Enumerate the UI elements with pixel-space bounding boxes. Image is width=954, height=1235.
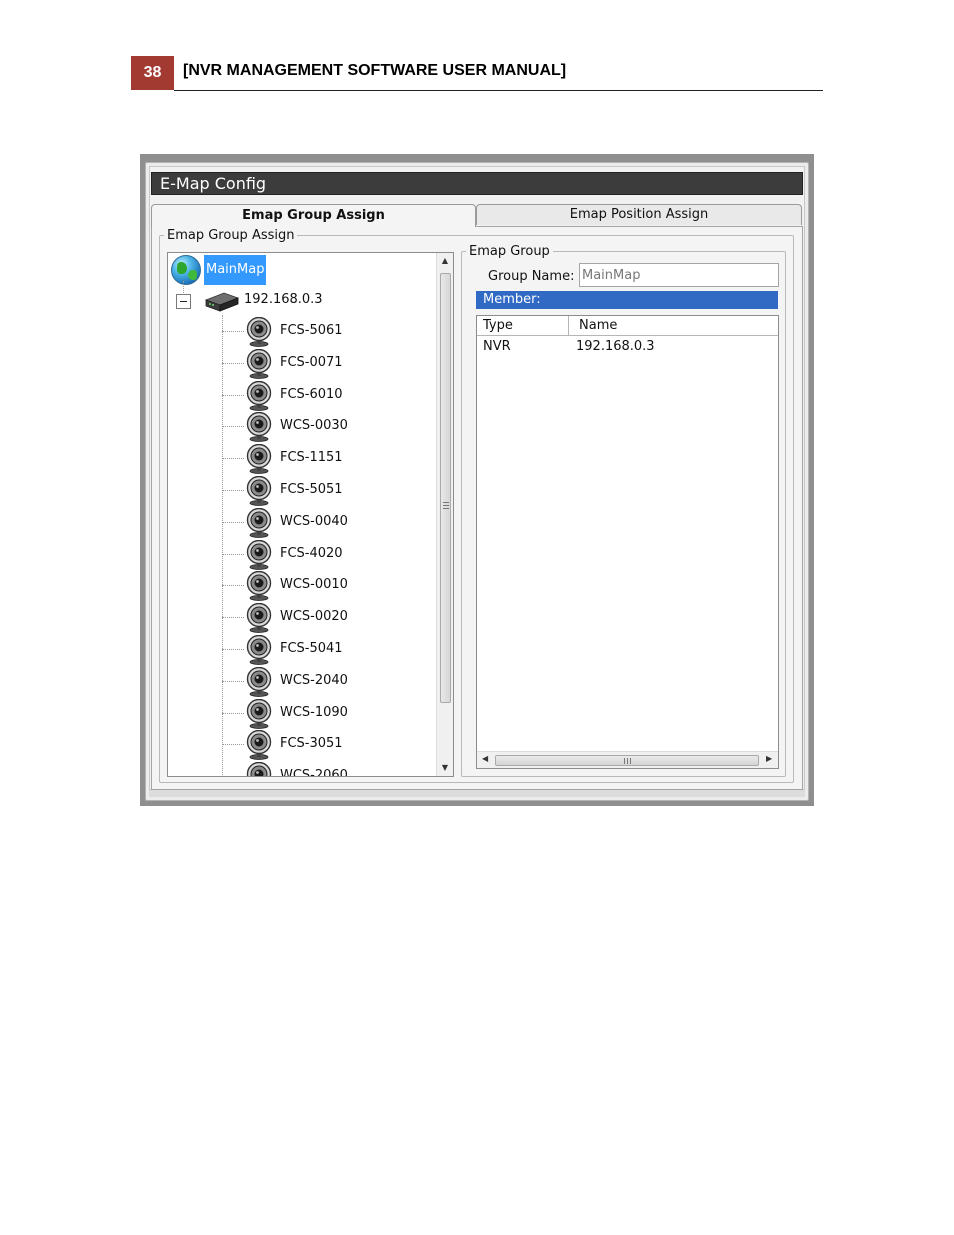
- header-rule: [174, 90, 823, 91]
- tree-node-camera[interactable]: WCS-0040: [222, 507, 442, 539]
- tree-connector: [222, 744, 244, 746]
- member-header: Member:: [476, 291, 778, 309]
- tree-node-camera[interactable]: WCS-0020: [222, 602, 442, 634]
- tree-connector: [222, 776, 244, 777]
- tree-node-label: WCS-0020: [280, 609, 348, 625]
- tree-node-camera[interactable]: FCS-0071: [222, 348, 442, 380]
- tree-node-camera[interactable]: WCS-2060: [222, 761, 442, 777]
- tree-connector: [222, 394, 244, 396]
- tree-vertical-scrollbar[interactable]: ▲ ▼: [436, 253, 453, 776]
- tree-node-camera[interactable]: FCS-5051: [222, 475, 442, 507]
- globe-icon: [171, 255, 201, 285]
- tree-node-camera[interactable]: FCS-3051: [222, 729, 442, 761]
- member-list[interactable]: Type Name NVR 192.168.0.3 ◀ ▶: [476, 315, 779, 769]
- tree-connector: [222, 712, 244, 714]
- tree-connector: [222, 553, 244, 555]
- page-number: 38: [131, 56, 174, 90]
- camera-icon: [246, 444, 272, 475]
- tree-node-label: WCS-0010: [280, 577, 348, 593]
- tree-node-camera[interactable]: FCS-5041: [222, 634, 442, 666]
- tree-node-label: WCS-0030: [280, 418, 348, 434]
- camera-icon: [246, 412, 272, 443]
- tree-connector: [222, 617, 244, 619]
- window-title: E-Map Config: [160, 174, 267, 193]
- grip-icon: [624, 758, 631, 764]
- tree-node-label: WCS-2040: [280, 672, 348, 688]
- tree-node-camera[interactable]: WCS-2040: [222, 666, 442, 698]
- camera-icon: [246, 380, 272, 411]
- tree-connector: [222, 362, 244, 364]
- camera-icon: [246, 507, 272, 538]
- grip-icon: [443, 502, 449, 509]
- tree-node-label: FCS-5051: [280, 481, 343, 497]
- tree-connector: [222, 426, 244, 428]
- tree-connector: [222, 648, 244, 650]
- tree-connector: [183, 281, 184, 293]
- emap-group-assign-legend: Emap Group Assign: [167, 228, 295, 243]
- tree-node-label: WCS-0040: [280, 513, 348, 529]
- cell-type: NVR: [483, 339, 511, 354]
- tree-node-label: MainMap: [204, 255, 267, 285]
- member-horizontal-scrollbar[interactable]: ◀ ▶: [477, 751, 778, 768]
- tree-node-label: FCS-1151: [280, 450, 343, 466]
- tab-emap-position-assign[interactable]: Emap Position Assign: [476, 204, 802, 225]
- collapse-toggle-icon[interactable]: [176, 294, 191, 309]
- camera-icon: [246, 475, 272, 506]
- nvr-icon: [204, 292, 240, 312]
- group-name-label: Group Name:: [488, 269, 575, 284]
- camera-icon: [246, 603, 272, 634]
- emap-group-legend: Emap Group: [469, 244, 550, 259]
- document-title: [NVR MANAGEMENT SOFTWARE USER MANUAL]: [183, 62, 567, 79]
- camera-icon: [246, 317, 272, 347]
- tree-connector: [222, 331, 244, 332]
- tree-node-camera[interactable]: FCS-4020: [222, 539, 442, 571]
- window-titlebar: E-Map Config: [151, 172, 803, 195]
- tree-node-camera[interactable]: WCS-0030: [222, 411, 442, 443]
- column-header-type[interactable]: Type: [477, 316, 569, 336]
- scroll-left-icon[interactable]: ◀: [482, 754, 488, 763]
- camera-list: FCS-5061 FCS-0071 FCS-6010 WCS-0030 FCS-1151…: [222, 316, 442, 777]
- camera-icon: [246, 348, 272, 379]
- tab-emap-group-assign[interactable]: Emap Group Assign: [151, 204, 476, 227]
- scroll-thumb[interactable]: [440, 273, 451, 703]
- group-name-input[interactable]: [579, 263, 779, 287]
- tree-node-camera[interactable]: WCS-0010: [222, 570, 442, 602]
- tree-node-camera[interactable]: FCS-6010: [222, 380, 442, 412]
- scroll-down-icon[interactable]: ▼: [437, 763, 453, 772]
- tree-connector: [222, 521, 244, 523]
- tree-node-label: FCS-3051: [280, 736, 343, 752]
- column-header-name[interactable]: Name: [569, 316, 778, 336]
- cell-name: 192.168.0.3: [576, 339, 655, 354]
- tree-connector: [222, 585, 244, 587]
- scroll-thumb[interactable]: [495, 755, 759, 766]
- device-tree[interactable]: MainMap 192.168.0.3 FCS-5061 FCS-0071 FCS-…: [167, 252, 454, 777]
- scroll-right-icon[interactable]: ▶: [766, 754, 772, 763]
- tree-node-label: 192.168.0.3: [244, 292, 323, 307]
- tree-node-camera[interactable]: FCS-5061: [222, 316, 442, 348]
- camera-icon: [246, 539, 272, 570]
- camera-icon: [246, 730, 272, 761]
- tree-node-label: WCS-2060: [280, 768, 348, 777]
- tree-node-camera[interactable]: WCS-1090: [222, 698, 442, 730]
- tree-node-label: FCS-5061: [280, 323, 343, 338]
- camera-icon: [246, 634, 272, 665]
- tree-node-label: FCS-5041: [280, 640, 343, 656]
- tree-connector: [222, 489, 244, 491]
- tree-node-camera[interactable]: FCS-1151: [222, 443, 442, 475]
- camera-icon: [246, 762, 272, 776]
- camera-icon: [246, 666, 272, 697]
- scroll-up-icon[interactable]: ▲: [437, 256, 453, 265]
- tree-node-label: WCS-1090: [280, 704, 348, 720]
- tree-connector: [222, 680, 244, 682]
- tree-connector: [222, 458, 244, 460]
- tree-node-label: FCS-4020: [280, 545, 343, 561]
- camera-icon: [246, 698, 272, 729]
- tree-node-label: FCS-0071: [280, 354, 343, 370]
- tree-node-label: FCS-6010: [280, 386, 343, 402]
- camera-icon: [246, 571, 272, 602]
